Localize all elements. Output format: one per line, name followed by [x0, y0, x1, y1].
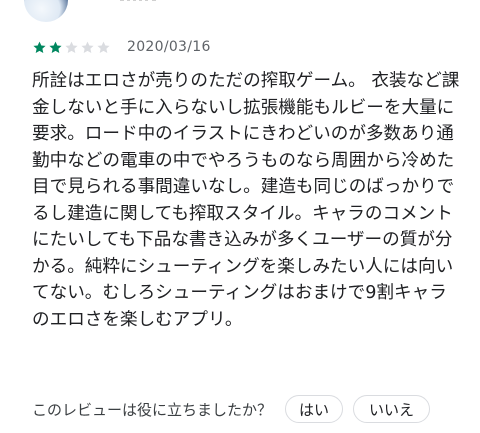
star-empty-icon [64, 40, 79, 55]
review-rating-row: 2020/03/16 [32, 39, 211, 55]
reviewer-name-fragment [120, 0, 156, 7]
helpful-prompt-row: このレビューは役に立ちましたか？ はい いいえ [32, 394, 431, 424]
review-text: 所詮はエロさが売りのただの搾取ゲーム。 衣装など課金しないと手に入らないし拡張機… [32, 71, 460, 330]
star-rating [32, 40, 112, 55]
review-date: 2020/03/16 [127, 39, 211, 55]
helpful-yes-button[interactable]: はい [285, 395, 344, 423]
star-filled-icon [32, 40, 47, 55]
star-filled-icon [48, 40, 63, 55]
helpful-no-button[interactable]: いいえ [353, 395, 431, 423]
star-empty-icon [96, 40, 111, 55]
star-empty-icon [80, 40, 95, 55]
reviewer-avatar [24, 0, 68, 22]
helpful-question: このレビューは役に立ちましたか？ [32, 400, 273, 419]
